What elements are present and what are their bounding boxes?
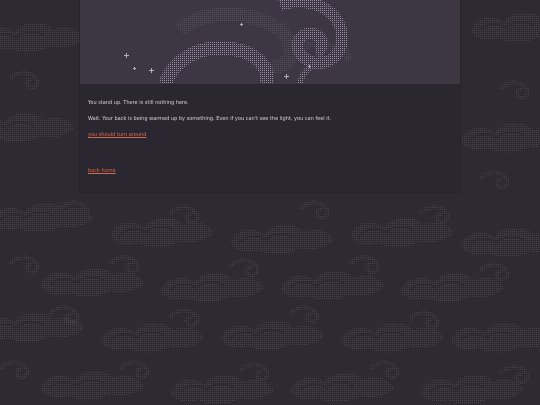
choice-turn-around-link[interactable]: you should turn around bbox=[88, 132, 146, 138]
back-home-link[interactable]: back home bbox=[88, 168, 116, 174]
swirl-tentacle-illustration bbox=[124, 0, 354, 84]
banner-illustration bbox=[80, 0, 460, 84]
story-text: You stand up. There is still nothing her… bbox=[88, 100, 452, 148]
story-panel: You stand up. There is still nothing her… bbox=[80, 0, 460, 192]
story-line-2: Wait. Your back is being warmed up by so… bbox=[88, 116, 332, 122]
story-line-1: You stand up. There is still nothing her… bbox=[88, 100, 189, 106]
